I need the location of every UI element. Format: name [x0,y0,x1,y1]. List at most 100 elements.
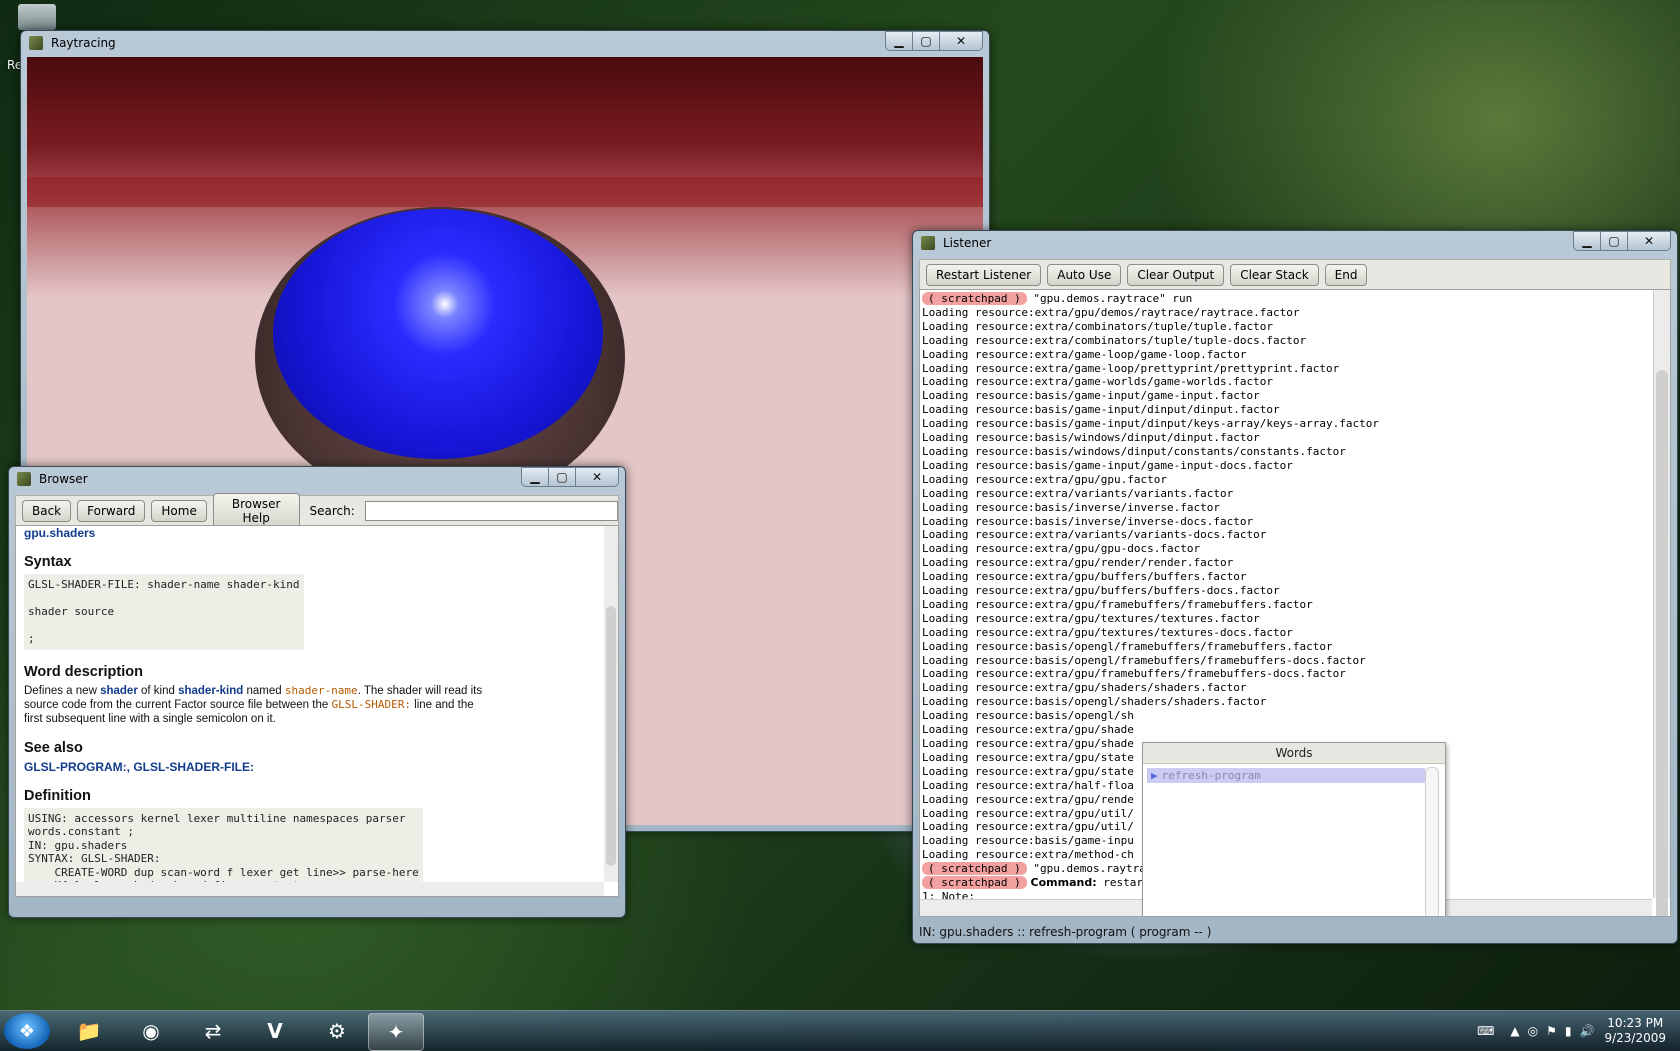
definition-heading: Definition [24,787,91,804]
factor-app-icon [921,236,935,250]
vertical-scrollbar[interactable] [604,526,618,882]
clock-time: 10:23 PM [1607,1016,1664,1030]
output-line: Loading resource:extra/game-worlds/game-… [922,375,1273,389]
browser-content[interactable]: gpu.shaders Syntax GLSL-SHADER-FILE: sha… [15,525,619,897]
raytracing-titlebar[interactable]: Raytracing ▁ ▢ ✕ [21,31,989,55]
output-line: Loading resource:basis/game-input/dinput… [922,417,1379,431]
minimize-button[interactable]: ▁ [1573,231,1601,251]
shader-link[interactable]: shader [100,685,138,697]
search-input[interactable] [364,501,618,521]
listener-output-pane[interactable]: ( scratchpad ) "gpu.demos.raytrace" run L… [919,289,1671,917]
output-line: Loading resource:extra/combinators/tuple… [922,319,1273,333]
word-description-heading: Word description [24,663,143,680]
window-title: Listener [943,236,992,250]
recycle-bin-icon[interactable] [18,4,56,30]
output-line: Loading resource:extra/variants/variants… [922,528,1267,542]
close-button[interactable]: ✕ [575,467,619,487]
output-line: Loading resource:extra/gpu/shade [922,723,1134,737]
start-button[interactable]: ❖ [4,1013,50,1049]
output-line: Loading resource:extra/gpu/textures/text… [922,611,1260,625]
back-button[interactable]: Back [22,500,72,522]
output-line: Loading resource:basis/opengl/sh [922,709,1134,723]
factor-app-icon [29,36,43,50]
factor-icon[interactable]: ✦ [368,1013,424,1051]
glsl-shader-code: GLSL-SHADER: [331,697,411,711]
end-button[interactable]: End [1324,264,1368,286]
maximize-button[interactable]: ▢ [912,31,940,51]
steam-icon[interactable]: ⚙ [310,1013,364,1049]
output-line: Loading resource:extra/game-loop/game-lo… [922,347,1247,361]
minimize-button[interactable]: ▁ [521,467,549,487]
forward-button[interactable]: Forward [77,500,146,522]
output-line: Loading resource:extra/gpu/framebuffers/… [922,667,1346,681]
output-line: Loading resource:extra/gpu/demos/raytrac… [922,305,1300,319]
shader-kind-link[interactable]: shader-kind [178,685,243,697]
chrome-icon[interactable]: ◉ [124,1013,178,1049]
keyboard-icon[interactable]: ⌨ [1477,1024,1494,1038]
network-icon[interactable]: ⇄ [186,1013,240,1049]
output-line: Loading resource:basis/windows/dinput/co… [922,444,1346,458]
search-label: Search: [309,504,355,518]
output-line: Loading resource:extra/gpu/gpu.factor [922,472,1168,486]
output-line: Loading resource:basis/game-input/dinput… [922,403,1280,417]
completion-item-label: refresh-program [1161,769,1261,782]
browser-titlebar[interactable]: Browser ▁ ▢ ✕ [9,467,625,491]
output-line: Loading resource:extra/variants/variants… [922,486,1234,500]
syntax-heading: Syntax [24,554,72,570]
output-line: Loading resource:basis/game-input/game-i… [922,458,1293,472]
home-button[interactable]: Home [151,500,207,522]
vim-icon[interactable]: V [248,1013,302,1049]
completion-item[interactable]: ▶ refresh-program [1147,768,1425,783]
clear-stack-button[interactable]: Clear Stack [1230,264,1319,286]
listener-window: Listener ▁ ▢ ✕ Restart Listener Auto Use… [912,230,1678,944]
output-line: Loading resource:extra/gpu/gpu-docs.fact… [922,542,1201,556]
output-line: Loading resource:basis/opengl/framebuffe… [922,653,1366,667]
flag-icon[interactable]: ⚑ [1546,1024,1557,1038]
output-line: Loading resource:basis/inverse/inverse.f… [922,500,1221,514]
maximize-button[interactable]: ▢ [548,467,576,487]
output-line: Loading resource:extra/combinators/tuple… [922,333,1307,347]
output-line: Loading resource:extra/gpu/buffers/buffe… [922,570,1247,584]
status-bar: IN: gpu.shaders :: refresh-program ( pro… [919,925,1212,939]
listener-toolbar: Restart Listener Auto Use Clear Output C… [919,259,1671,291]
clear-output-button[interactable]: Clear Output [1127,264,1225,286]
window-title: Raytracing [51,36,116,50]
network-signal-icon[interactable]: ▮ [1565,1024,1572,1038]
horizontal-scrollbar[interactable] [16,882,604,896]
listener-titlebar[interactable]: Listener ▁ ▢ ✕ [913,231,1677,255]
see-also-links[interactable]: GLSL-PROGRAM:, GLSL-SHADER-FILE: [24,760,594,774]
vocab-link[interactable]: gpu.shaders [24,526,594,540]
popup-vertical-scrollbar[interactable] [1425,767,1439,916]
output-line: Loading resource:basis/opengl/shaders/sh… [922,695,1267,709]
words-completion-popup: Words ▶ refresh-program [1142,742,1446,916]
vertical-scrollbar[interactable] [1653,290,1670,916]
system-tray: ⌨ ▲ ◎ ⚑ ▮ 🔊 10:23 PM 9/23/2009 [1477,1011,1680,1051]
shader-name-param: shader-name [284,683,358,697]
browser-help-button[interactable]: Browser Help [212,493,300,529]
steam-tray-icon[interactable]: ◎ [1528,1024,1538,1038]
output-line: Loading resource:extra/gpu/textures/text… [922,625,1293,639]
auto-use-button[interactable]: Auto Use [1047,264,1122,286]
syntax-code: GLSL-SHADER-FILE: shader-name shader-kin… [24,574,304,650]
maximize-button[interactable]: ▢ [1600,231,1628,251]
output-line: ( scratchpad ) "gpu.demos.raytrace" run [922,292,1652,306]
factor-app-icon [17,472,31,486]
output-line: Loading resource:extra/gpu/shaders/shade… [922,681,1247,695]
close-button[interactable]: ✕ [939,31,983,51]
output-line: Loading resource:basis/opengl/framebuffe… [922,639,1333,653]
close-button[interactable]: ✕ [1627,231,1671,251]
folder-icon[interactable]: 📁 [62,1013,116,1049]
word-description: Defines a new shader of kind shader-kind… [24,683,483,725]
volume-icon[interactable]: 🔊 [1580,1024,1595,1038]
clock-date: 9/23/2009 [1604,1031,1666,1045]
minimize-button[interactable]: ▁ [885,31,913,51]
scratchpad-prompt: ( scratchpad ) [922,862,1027,876]
taskbar: ❖ 📁 ◉ ⇄ V ⚙ ✦ ⌨ ▲ ◎ ⚑ ▮ 🔊 10:23 PM 9/23/… [0,1010,1680,1051]
browser-window: Browser ▁ ▢ ✕ Back Forward Home Browser … [8,466,626,918]
output-line: Loading resource:basis/inverse/inverse-d… [922,514,1254,528]
show-hidden-icons-icon[interactable]: ▲ [1510,1024,1519,1038]
clock[interactable]: 10:23 PM 9/23/2009 [1604,1016,1666,1046]
window-title: Browser [39,472,88,486]
scratchpad-prompt: ( scratchpad ) [922,876,1027,890]
restart-listener-button[interactable]: Restart Listener [926,264,1042,286]
